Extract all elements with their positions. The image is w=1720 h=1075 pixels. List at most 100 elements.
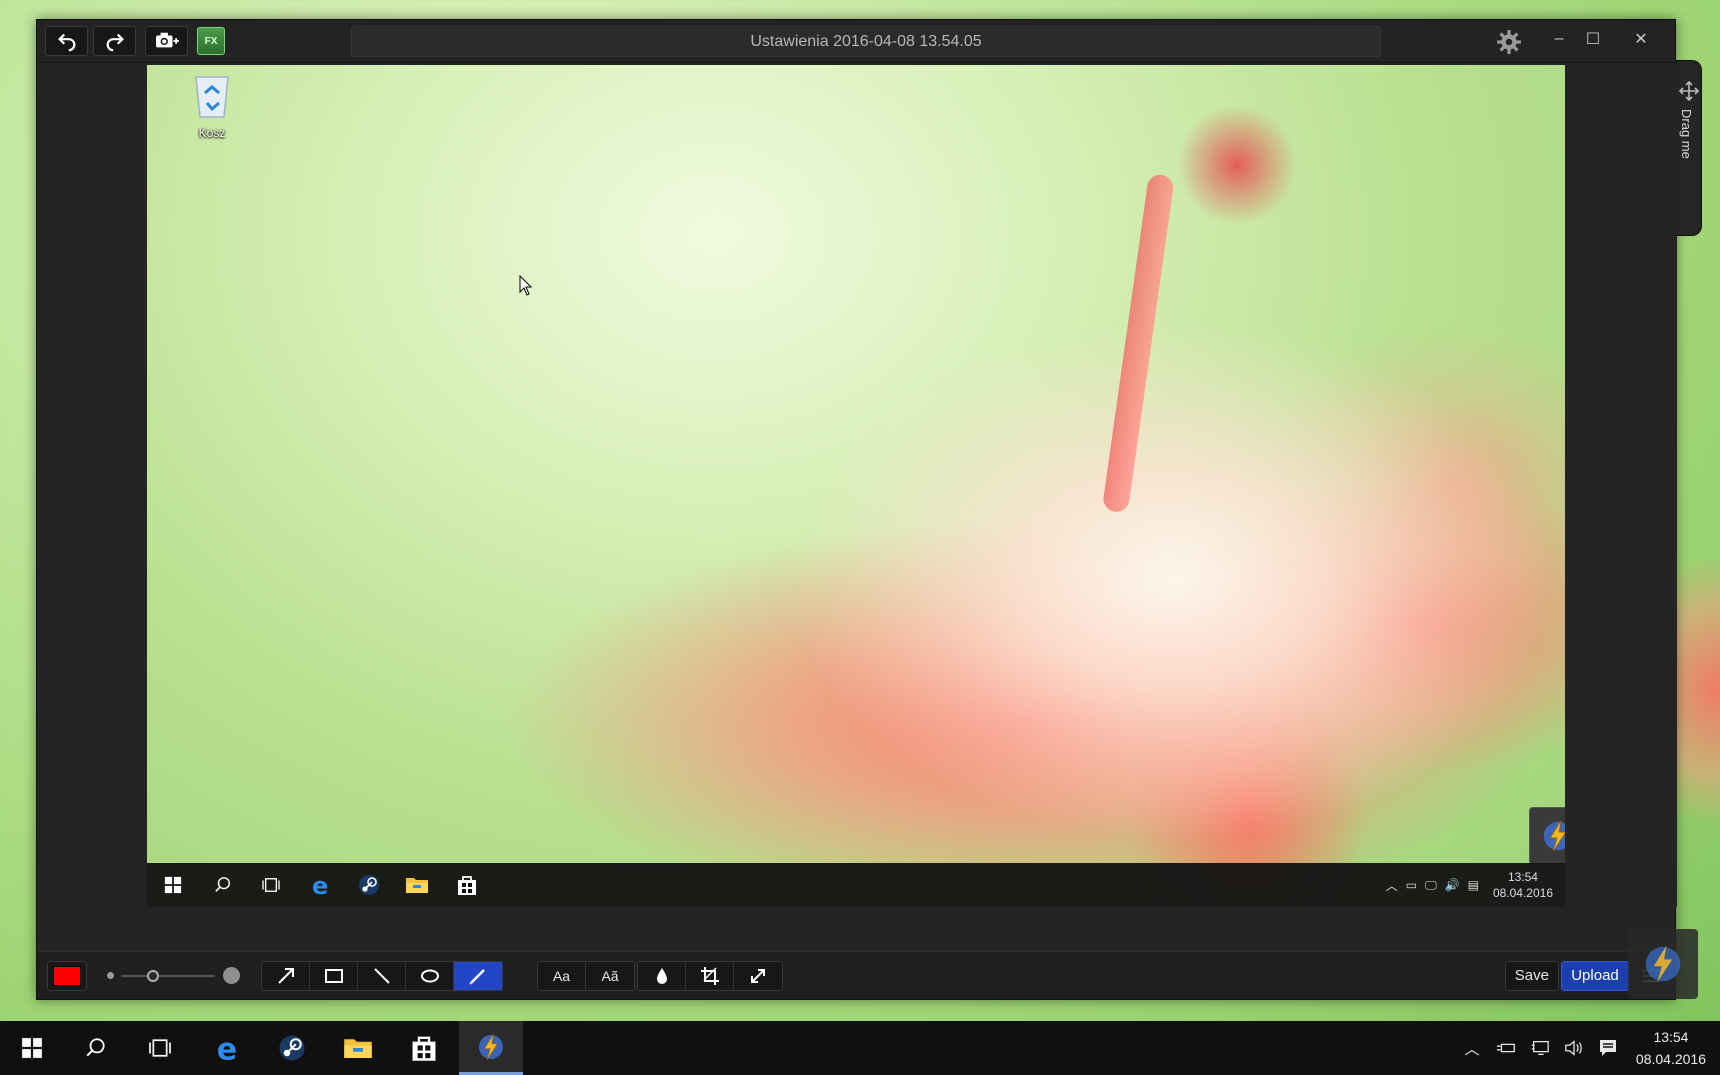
taskbar-steam[interactable]	[260, 1021, 324, 1075]
text-tools-group: Aa Aã	[537, 961, 635, 991]
gear-icon	[1497, 30, 1521, 54]
steam-icon	[357, 873, 381, 897]
search-button[interactable]	[64, 1021, 128, 1075]
taskbar-file-explorer[interactable]	[326, 1021, 390, 1075]
recycle-bin-icon	[195, 76, 229, 118]
taskbar-lightshot[interactable]	[459, 1021, 523, 1075]
folder-icon	[344, 1039, 372, 1058]
desktop-icon-recycle-bin: Kosz	[182, 73, 242, 140]
search-icon	[86, 1038, 105, 1057]
captured-tray: ︿ ▭ 🖵 🔊 ▤ 13:54 08.04.2016	[1386, 863, 1553, 907]
captured-time: 13:54	[1507, 870, 1538, 884]
fx-label: FX	[204, 35, 218, 47]
flower-stem-decoration	[1101, 173, 1175, 514]
line-tool-button[interactable]	[358, 962, 406, 990]
system-tray: ︿ 13:54 08.04.2016	[1462, 1021, 1706, 1075]
slider-thumb[interactable]	[147, 970, 159, 982]
volume-icon[interactable]	[1564, 1038, 1584, 1058]
text-tool-button[interactable]: Aa	[538, 962, 586, 990]
lightning-icon	[479, 1033, 503, 1060]
ellipse-tool-button[interactable]	[406, 962, 454, 990]
maximize-button[interactable]: ☐	[1578, 24, 1608, 54]
volume-icon: 🔊	[1444, 878, 1460, 892]
taskbar-clock[interactable]: 13:54 08.04.2016	[1636, 1026, 1706, 1070]
text-outline-tool-button[interactable]: Aã	[586, 962, 634, 990]
resize-tool-button[interactable]	[734, 962, 782, 990]
new-screenshot-button[interactable]	[145, 26, 188, 56]
mouse-cursor-icon	[519, 275, 533, 296]
line-icon	[373, 968, 390, 984]
editor-window: FX Ustawienia 2016-04-08 13.54.05 – ☐ ✕	[36, 19, 1677, 1000]
pen-icon	[469, 969, 485, 985]
arrow-icon	[277, 968, 294, 984]
ellipse-icon	[420, 969, 439, 983]
store-icon	[455, 873, 479, 897]
steam-icon	[279, 1035, 305, 1061]
chevron-up-icon[interactable]: ︿	[1462, 1038, 1482, 1058]
crop-icon	[700, 967, 719, 985]
captured-date: 08.04.2016	[1492, 886, 1553, 900]
clock-time: 13:54	[1653, 1029, 1689, 1045]
captured-clock: 13:54 08.04.2016	[1493, 869, 1553, 901]
text-outline-tool-label: Aã	[601, 968, 619, 984]
rectangle-icon	[324, 969, 343, 983]
window-title[interactable]: Ustawienia 2016-04-08 13.54.05	[351, 26, 1381, 57]
notification-icon[interactable]	[1598, 1038, 1618, 1058]
windows-logo-icon	[22, 1038, 42, 1058]
color-chip	[53, 966, 81, 986]
windows-taskbar: e ︿ 13:54 08.04.2016	[0, 1021, 1720, 1075]
pen-tool-button[interactable]	[454, 962, 502, 990]
clock-date: 08.04.2016	[1635, 1051, 1706, 1067]
minimize-button[interactable]: –	[1544, 24, 1574, 54]
shape-tools-group	[261, 961, 503, 991]
task-view-icon	[149, 1039, 171, 1057]
blur-tool-button[interactable]	[638, 962, 686, 990]
folder-icon	[405, 873, 429, 897]
start-icon	[161, 873, 185, 897]
search-icon	[211, 873, 235, 897]
undo-icon	[57, 33, 75, 52]
color-picker-button[interactable]	[47, 961, 87, 991]
close-button[interactable]: ✕	[1626, 24, 1656, 54]
screenshot-canvas[interactable]: Kosz e ︿ ▭ 🖵 🔊 ▤ 13:54 08.04.2016	[147, 65, 1565, 907]
fx-button[interactable]: FX	[197, 27, 225, 55]
edge-icon: e	[217, 1033, 237, 1063]
task-view-button[interactable]	[128, 1021, 192, 1075]
resize-icon	[751, 969, 765, 983]
redo-button[interactable]	[93, 26, 136, 56]
start-button[interactable]	[0, 1021, 64, 1075]
lightshot-badge	[1529, 807, 1565, 865]
crop-tool-button[interactable]	[686, 962, 734, 990]
text-tool-label: Aa	[552, 968, 571, 984]
undo-button[interactable]	[45, 26, 88, 56]
small-dot-icon	[107, 972, 114, 979]
captured-taskbar: e ︿ ▭ 🖵 🔊 ▤ 13:54 08.04.2016	[147, 863, 1565, 907]
large-dot-icon	[223, 967, 240, 984]
battery-icon: ▭	[1405, 878, 1418, 892]
lightshot-corner-icon	[1628, 929, 1698, 999]
drag-label: Drag me	[1679, 109, 1694, 159]
taskbar-store[interactable]	[392, 1021, 456, 1075]
slider-track	[121, 975, 215, 977]
camera-plus-icon	[155, 32, 179, 48]
network-icon[interactable]	[1530, 1038, 1550, 1058]
notification-icon: ▤	[1467, 878, 1479, 892]
move-icon	[1679, 81, 1699, 101]
task-view-icon	[259, 873, 283, 897]
chevron-up-icon: ︿	[1385, 878, 1398, 893]
lightning-icon	[1543, 820, 1565, 852]
brush-size-slider[interactable]	[103, 964, 243, 988]
battery-icon[interactable]	[1496, 1038, 1516, 1058]
save-button[interactable]: Save	[1504, 961, 1559, 991]
droplet-icon	[656, 968, 667, 984]
titlebar: FX Ustawienia 2016-04-08 13.54.05 – ☐ ✕	[37, 20, 1675, 63]
redo-icon	[106, 33, 124, 52]
drag-handle[interactable]: Drag me	[1676, 60, 1702, 236]
effects-tools-group	[637, 961, 783, 991]
rectangle-tool-button[interactable]	[310, 962, 358, 990]
arrow-tool-button[interactable]	[262, 962, 310, 990]
editor-toolbar: Aa Aã Save Upload	[37, 951, 1675, 999]
taskbar-edge[interactable]: e	[196, 1021, 260, 1075]
upload-button[interactable]: Upload	[1561, 961, 1629, 991]
settings-button[interactable]	[1494, 27, 1524, 57]
